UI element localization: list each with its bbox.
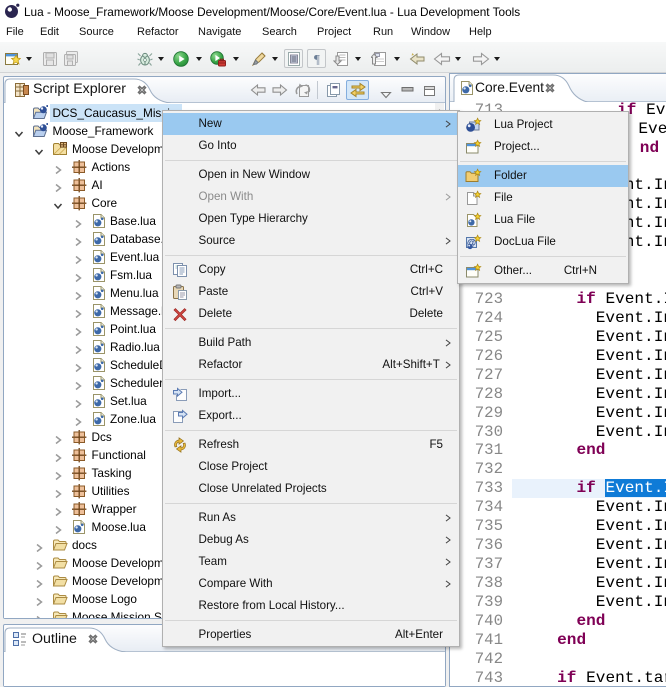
svg-text:¶: ¶ bbox=[314, 52, 320, 67]
